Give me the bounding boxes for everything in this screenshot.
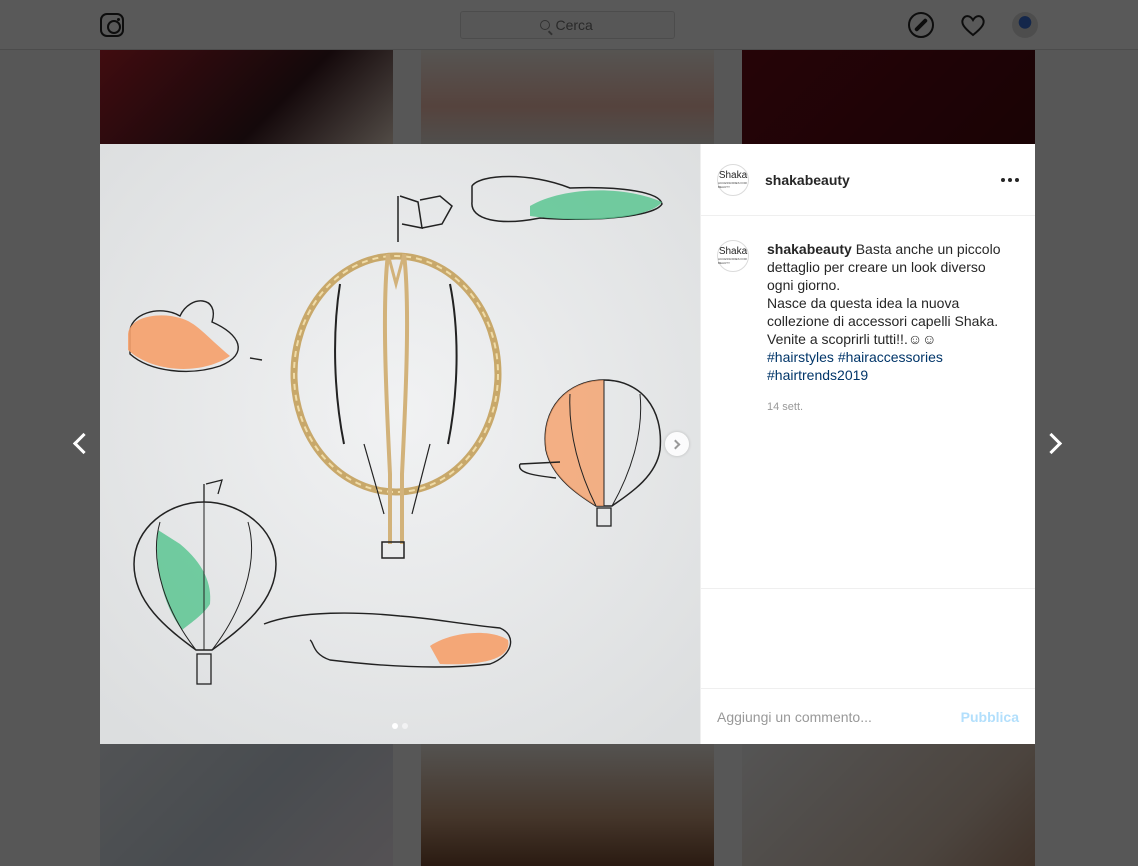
carousel-dot-active	[392, 723, 398, 729]
more-options-icon[interactable]	[1001, 177, 1019, 182]
publish-button[interactable]: Pubblica	[961, 709, 1019, 725]
avatar-subtext: ACCESSORIES FOR BEAUTY	[718, 257, 747, 265]
post-sidebar: Shaka ACCESSORIES FOR BEAUTY shakabeauty…	[700, 144, 1035, 744]
next-post-arrow-icon[interactable]	[1040, 430, 1070, 458]
carousel-dots	[392, 723, 408, 729]
user-avatar[interactable]: Shaka ACCESSORIES FOR BEAUTY	[717, 163, 749, 196]
hashtag-link[interactable]: #hairstyles	[767, 349, 834, 365]
post-timestamp[interactable]: 14 sett.	[767, 398, 1007, 416]
post-caption: Shaka ACCESSORIES FOR BEAUTY shakabeauty…	[717, 240, 1019, 416]
carousel-next-button[interactable]	[665, 432, 689, 456]
comment-form: Pubblica	[701, 688, 1035, 744]
avatar-brand-text: Shaka	[718, 169, 748, 181]
hashtag-link[interactable]: #hairaccessories	[838, 349, 943, 365]
post-username[interactable]: shakabeauty	[765, 172, 1001, 188]
comment-input[interactable]	[717, 708, 961, 725]
caption-avatar[interactable]: Shaka ACCESSORIES FOR BEAUTY	[717, 240, 749, 272]
caption-username[interactable]: shakabeauty	[767, 241, 852, 257]
post-image[interactable]	[100, 144, 700, 744]
caption-body: shakabeauty Basta anche un piccolo detta…	[767, 240, 1007, 416]
caption-line: Venite a scoprirli tutti!!.☺☺	[767, 331, 937, 347]
avatar-subtext: ACCESSORIES FOR BEAUTY	[718, 180, 747, 189]
post-modal: Shaka ACCESSORIES FOR BEAUTY shakabeauty…	[100, 144, 1035, 744]
actions-area	[701, 588, 1035, 688]
caption-line: Nasce da questa idea la nuova collezione…	[767, 295, 999, 329]
post-header: Shaka ACCESSORIES FOR BEAUTY shakabeauty	[701, 144, 1035, 216]
avatar-brand-text: Shaka	[718, 246, 748, 257]
previous-post-arrow-icon[interactable]	[66, 430, 95, 458]
balloon-illustration	[100, 144, 700, 744]
hashtag-link[interactable]: #hairtrends2019	[767, 367, 868, 383]
carousel-dot	[402, 723, 408, 729]
chevron-right-icon	[670, 439, 681, 449]
